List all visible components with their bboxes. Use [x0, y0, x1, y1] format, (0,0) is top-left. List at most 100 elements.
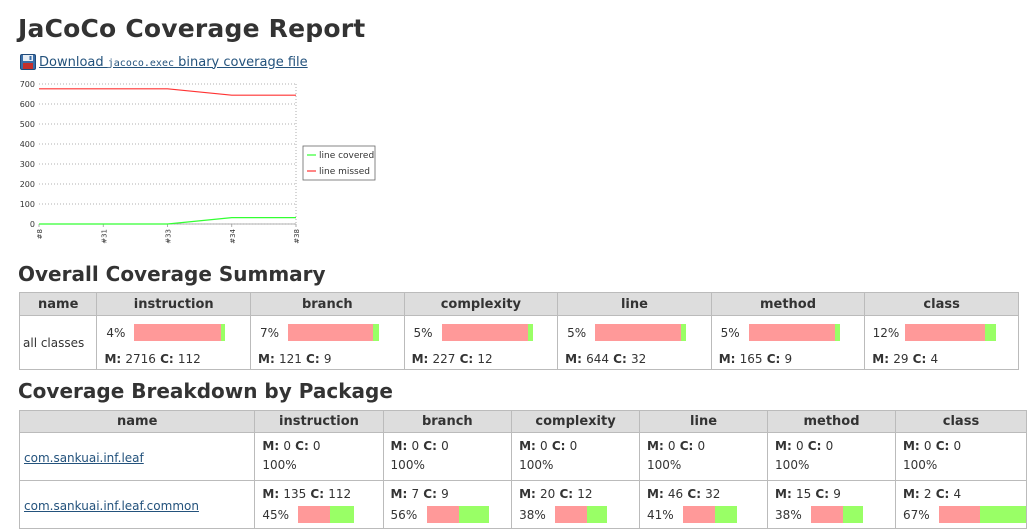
summary-col-branch: branch: [250, 292, 405, 316]
package-cell-branch: M: 0 C: 0 100%: [382, 432, 513, 481]
covered-value: 12: [477, 351, 493, 366]
summary-table: name instruction branch complexity line …: [18, 292, 1019, 370]
missed-value: 227: [432, 351, 456, 366]
covered-value: 9: [784, 351, 793, 366]
missed-covered-text: M: 0 C: 0: [775, 439, 895, 453]
covered-label: C:: [908, 351, 931, 366]
missed-covered-text: M: 2716 C: 112: [97, 344, 250, 366]
coverage-percent: 100%: [775, 458, 810, 472]
coverage-bar: [595, 324, 687, 341]
covered-value: 9: [833, 487, 841, 501]
summary-cell-instruction: 4% M: 2716 C: 112: [96, 315, 252, 370]
package-link[interactable]: com.sankuai.inf.leaf: [24, 451, 144, 465]
y-tick-label: 500: [20, 120, 35, 129]
missed-label: M:: [775, 487, 796, 501]
missed-value: 0: [411, 439, 420, 453]
summary-col-line: line: [557, 292, 712, 316]
missed-bar-segment: [811, 506, 844, 523]
package-cell-branch: M: 7 C: 9 56%: [382, 480, 513, 529]
coverage-percent: 100%: [390, 458, 425, 472]
package-cell-method: M: 0 C: 0 100%: [767, 432, 896, 481]
missed-label: M:: [411, 351, 433, 366]
covered-bar-segment: [330, 506, 355, 523]
coverage-bar: [441, 324, 533, 341]
covered-label: C:: [155, 351, 178, 366]
coverage-bar: [938, 506, 1026, 523]
package-cell-complexity: M: 20 C: 12 38%: [511, 480, 640, 529]
covered-label: C:: [555, 487, 578, 501]
y-tick-label: 100: [20, 200, 35, 209]
coverage-percent: 100%: [902, 458, 938, 472]
covered-label: C:: [608, 351, 631, 366]
covered-value: 0: [441, 439, 449, 453]
missed-value: 165: [739, 351, 763, 366]
missed-bar-segment: [298, 506, 331, 523]
package-cell-line: M: 46 C: 32 41%: [638, 480, 769, 529]
package-link[interactable]: com.sankuai.inf.leaf.common: [24, 499, 199, 513]
missed-covered-text: M: 0 C: 0: [647, 439, 767, 453]
covered-bar-segment: [834, 324, 840, 341]
covered-value: 0: [569, 439, 578, 453]
covered-bar-segment: [458, 506, 489, 523]
series-line-covered: [39, 217, 296, 225]
summary-col-name: name: [18, 292, 98, 316]
missed-bar-segment: [748, 324, 835, 341]
y-tick-label: 200: [20, 180, 35, 189]
missed-covered-text: M: 0 C: 0: [262, 439, 382, 453]
missed-value: 46: [667, 487, 684, 501]
covered-label: C:: [683, 487, 706, 501]
coverage-percent: 100%: [262, 458, 297, 472]
covered-label: C:: [803, 439, 826, 453]
missed-covered-text: M: 29 C: 4: [865, 344, 1018, 366]
coverage-percent: 4%: [106, 325, 126, 340]
missed-value: 0: [667, 439, 676, 453]
missed-value: 0: [795, 439, 804, 453]
covered-label: C:: [811, 487, 834, 501]
missed-bar-segment: [905, 324, 986, 341]
series-line-missed: [39, 88, 296, 96]
table-row: com.sankuai.inf.leaf M: 0 C: 0 100% M: 0 C:…: [18, 432, 1027, 481]
missed-bar-segment: [555, 506, 588, 523]
y-tick-label: 0: [30, 220, 35, 229]
missed-value: 20: [540, 487, 556, 501]
breakdown-col-instruction: instruction: [254, 410, 384, 433]
missed-value: 0: [923, 439, 932, 453]
x-tick-label: #34: [229, 228, 237, 243]
summary-col-method: method: [710, 292, 866, 316]
missed-value: 15: [795, 487, 812, 501]
missed-label: M:: [390, 439, 412, 453]
missed-label: M:: [262, 439, 284, 453]
x-tick-label: #31: [100, 229, 108, 244]
page-title: JaCoCo Coverage Report: [18, 14, 366, 43]
summary-cell-complexity: 5% M: 227 C: 12: [403, 315, 559, 370]
coverage-percent: 12%: [872, 325, 900, 340]
download-suffix: binary coverage file: [174, 54, 308, 70]
missed-label: M:: [519, 439, 540, 453]
summary-col-complexity: complexity: [403, 292, 559, 316]
coverage-percent: 5%: [720, 325, 740, 340]
missed-bar-segment: [426, 506, 459, 523]
missed-value: 2716: [125, 351, 156, 366]
missed-covered-text: M: 644 C: 32: [558, 344, 711, 366]
covered-value: 4: [953, 487, 962, 501]
covered-value: 0: [697, 439, 706, 453]
summary-cell-line: 5% M: 644 C: 32: [557, 315, 712, 370]
y-tick-label: 400: [20, 140, 35, 149]
download-coverage-link[interactable]: Download jacoco.exec binary coverage fil…: [39, 55, 308, 70]
missed-covered-text: M: 0 C: 0: [903, 439, 1026, 453]
covered-value: 32: [705, 487, 721, 501]
missed-bar-segment: [595, 324, 682, 341]
package-cell-instruction: M: 135 C: 112 45%: [254, 480, 384, 529]
missed-covered-text: M: 227 C: 12: [405, 344, 558, 366]
covered-value: 0: [953, 439, 962, 453]
table-row: com.sankuai.inf.leaf.common M: 135 C: 112…: [18, 480, 1027, 529]
y-tick-label: 300: [20, 160, 35, 169]
covered-value: 32: [630, 351, 647, 366]
y-tick-label: 700: [20, 80, 35, 89]
package-cell-method: M: 15 C: 9 38%: [767, 480, 896, 529]
coverage-percent: 7%: [259, 325, 280, 340]
missed-label: M:: [390, 487, 412, 501]
summary-cell-class: 12% M: 29 C: 4: [864, 315, 1019, 370]
covered-bar-segment: [985, 324, 997, 341]
legend-label: line missed: [319, 167, 370, 177]
